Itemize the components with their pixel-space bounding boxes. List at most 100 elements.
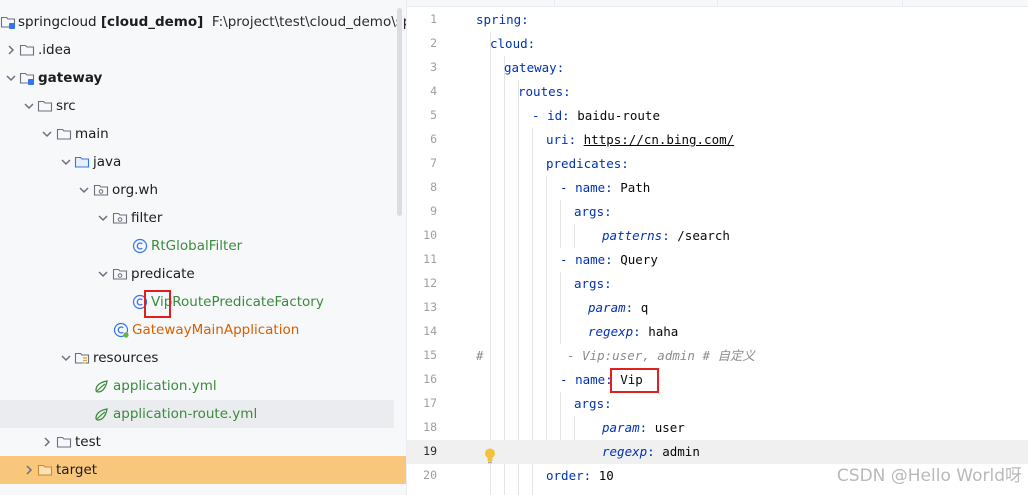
- tree-row-target[interactable]: target: [0, 456, 406, 484]
- comment-hash: #: [476, 348, 484, 363]
- yaml-value: Path: [620, 180, 651, 195]
- line-number: 6: [430, 132, 437, 146]
- tree-row-resources[interactable]: resources: [0, 344, 394, 372]
- code-editor[interactable]: 1 spring: 2 cloud: 3 gateway: 4 routes: …: [407, 0, 1028, 495]
- tree-label: GatewayMainApplication: [132, 322, 300, 338]
- chevron-down-icon[interactable]: [96, 211, 110, 225]
- yaml-value: Query: [620, 252, 658, 267]
- line-number: 11: [423, 252, 437, 266]
- line-number: 5: [430, 108, 437, 122]
- chevron-right-icon[interactable]: [22, 463, 36, 477]
- line-number: 16: [423, 372, 437, 386]
- line-number: 1: [430, 12, 437, 26]
- line-number: 12: [423, 276, 437, 290]
- chevron-down-icon[interactable]: [59, 351, 73, 365]
- yaml-key: patterns: [602, 228, 663, 243]
- chevron-down-icon[interactable]: [4, 71, 18, 85]
- tree-label: filter: [131, 210, 163, 226]
- chevron-down-icon[interactable]: [40, 127, 54, 141]
- tree-row-idea[interactable]: .idea: [0, 36, 394, 64]
- yaml-key: args: [574, 204, 605, 219]
- chevron-right-icon[interactable]: [4, 43, 18, 57]
- tree-row-root[interactable]: springcloud [cloud_demo] F:\project\test…: [0, 8, 406, 36]
- tree-label: test: [75, 434, 101, 450]
- tree-row-gateway[interactable]: gateway: [0, 64, 394, 92]
- tree-scrollbar[interactable]: [397, 8, 402, 216]
- code-line: 7 predicates:: [407, 152, 1028, 176]
- tree-row-predicate[interactable]: predicate: [0, 260, 394, 288]
- tree-label: application.yml: [113, 378, 217, 394]
- chevron-down-icon[interactable]: [96, 267, 110, 281]
- code-line: 4 routes:: [407, 80, 1028, 104]
- yaml-key: spring: [476, 12, 522, 27]
- annotation-highlight-box: [610, 368, 659, 393]
- line-number: 14: [423, 324, 437, 338]
- package-icon: [93, 182, 109, 198]
- tree-row-rtglobalfilter[interactable]: RtGlobalFilter: [0, 232, 394, 260]
- code-line: 16 - name: Vip: [407, 368, 1028, 392]
- tree-label: RtGlobalFilter: [151, 238, 243, 254]
- yaml-key: name: [575, 252, 606, 267]
- annotation-highlight-box: [144, 290, 171, 318]
- tree-label: resources: [93, 350, 159, 366]
- lightbulb-icon[interactable]: [483, 447, 497, 465]
- yaml-value: q: [640, 300, 649, 315]
- line-number: 8: [430, 180, 437, 194]
- excluded-folder-icon: [37, 462, 53, 478]
- yaml-value: baidu-route: [577, 108, 660, 123]
- tree-row-filter[interactable]: filter: [0, 204, 394, 232]
- tree-row-src[interactable]: src: [0, 92, 394, 120]
- tree-row-java[interactable]: java: [0, 148, 394, 176]
- tree-label: main: [75, 126, 109, 142]
- root-module-name: [cloud_demo]: [100, 14, 204, 30]
- yaml-value: user: [654, 420, 685, 435]
- chevron-right-icon[interactable]: [40, 435, 54, 449]
- tree-label: java: [93, 154, 122, 170]
- tree-label: org.wh: [112, 182, 159, 198]
- tree-label: predicate: [131, 266, 195, 282]
- tree-row-viproutepredicatefactory[interactable]: VipRoutePredicateFactory: [0, 288, 394, 316]
- tree-label: .idea: [38, 42, 72, 58]
- line-number: 4: [430, 84, 437, 98]
- tree-row-org-wh[interactable]: org.wh: [0, 176, 394, 204]
- url-link[interactable]: https://cn.bing.com/: [584, 132, 735, 147]
- code-line: 12 args:: [407, 272, 1028, 296]
- chevron-down-icon[interactable]: [59, 155, 73, 169]
- package-icon: [112, 210, 128, 226]
- yaml-value: 10: [598, 468, 614, 483]
- code-line: 15 # - Vip:user, admin # 自定义: [407, 344, 1028, 368]
- code-line: 8 - name: Path: [407, 176, 1028, 200]
- yaml-value: admin: [662, 444, 700, 459]
- line-number: 7: [430, 156, 437, 170]
- chevron-down-icon[interactable]: [22, 99, 36, 113]
- project-tree-panel: springcloud [cloud_demo] F:\project\test…: [0, 0, 406, 495]
- code-line: 13 param: q: [407, 296, 1028, 320]
- chevron-down-icon[interactable]: [77, 183, 91, 197]
- line-number: 18: [423, 420, 437, 434]
- line-number: 20: [423, 468, 437, 482]
- tree-row-test[interactable]: test: [0, 428, 394, 456]
- yaml-value: haha: [648, 324, 679, 339]
- line-number: 13: [423, 300, 437, 314]
- code-line: 11 - name: Query: [407, 248, 1028, 272]
- folder-icon: [56, 434, 72, 450]
- yaml-key: order: [546, 468, 584, 483]
- tree-label: target: [56, 462, 98, 478]
- yaml-key: id: [547, 108, 563, 123]
- code-line: 17 args:: [407, 392, 1028, 416]
- code-line: 6 uri: https://cn.bing.com/: [407, 128, 1028, 152]
- yaml-key: param: [602, 420, 640, 435]
- tree-row-application-yml[interactable]: application.yml: [0, 372, 394, 400]
- yaml-value: /search: [677, 228, 730, 243]
- folder-icon: [19, 42, 35, 58]
- folder-icon: [37, 98, 53, 114]
- class-icon: [132, 238, 148, 254]
- tree-row-main[interactable]: main: [0, 120, 394, 148]
- tree-row-application-route-yml[interactable]: application-route.yml: [0, 400, 394, 428]
- line-number: 9: [430, 204, 437, 218]
- yaml-key: args: [574, 396, 605, 411]
- tree-label: src: [56, 98, 76, 114]
- package-icon: [112, 266, 128, 282]
- tree-row-gatewaymainapplication[interactable]: GatewayMainApplication: [0, 316, 394, 344]
- yaml-key: regexp: [602, 444, 648, 459]
